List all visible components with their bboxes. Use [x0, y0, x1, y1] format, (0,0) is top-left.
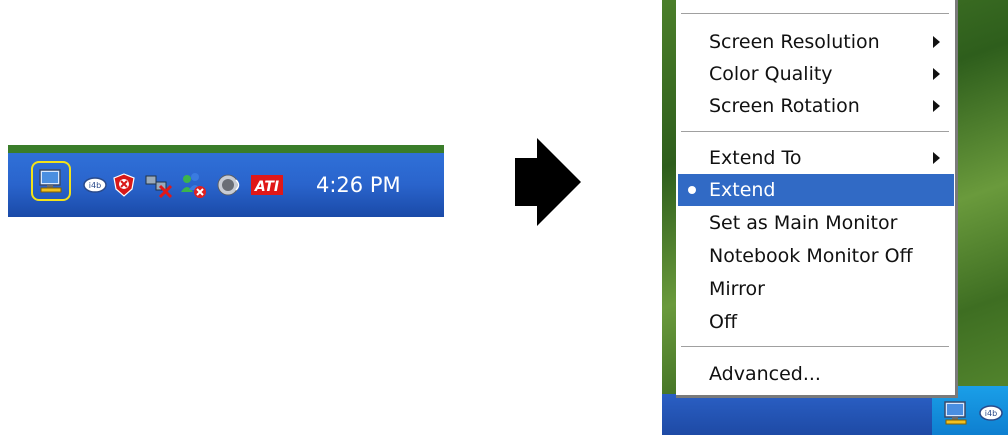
ati-label: ATI — [254, 179, 279, 195]
menu-item-label: Set as Main Monitor — [709, 212, 898, 234]
intel-label: i4b — [89, 181, 101, 190]
menu-item-color-quality[interactable]: Color Quality — [678, 58, 954, 90]
menu-separator — [681, 346, 949, 348]
security-shield-icon[interactable] — [111, 172, 137, 198]
intel-graphics-icon[interactable]: i4b — [82, 172, 108, 198]
menu-item-label: Screen Rotation — [709, 95, 860, 117]
menu-item-extend[interactable]: Extend — [678, 174, 954, 206]
right-arrow-icon — [515, 138, 581, 226]
menu-item-label: Extend — [709, 179, 776, 201]
messenger-icon[interactable] — [178, 172, 208, 198]
submenu-arrow-icon — [933, 68, 940, 80]
menu-item-off[interactable]: Off — [678, 306, 954, 338]
menu-item-label: Color Quality — [709, 63, 833, 85]
menu-item-screen-resolution[interactable]: Screen Resolution — [678, 26, 954, 58]
selected-bullet-icon — [688, 186, 696, 194]
ati-icon[interactable]: ATI — [250, 172, 284, 198]
menu-separator — [681, 13, 949, 15]
menu-item-screen-rotation[interactable]: Screen Rotation — [678, 90, 954, 122]
submenu-arrow-icon — [933, 152, 940, 164]
network-monitor-icon[interactable] — [37, 167, 65, 195]
desktop-strip — [8, 145, 444, 153]
menu-item-label: Screen Resolution — [709, 31, 880, 53]
intel-label: i4b — [985, 409, 997, 418]
submenu-arrow-icon — [933, 36, 940, 48]
menu-item-extend-to[interactable]: Extend To — [678, 142, 954, 174]
menu-item-label: Notebook Monitor Off — [709, 245, 913, 267]
menu-item-mirror[interactable]: Mirror — [678, 273, 954, 305]
menu-item-label: Mirror — [709, 278, 765, 300]
clock[interactable]: 4:26 PM — [316, 173, 401, 197]
submenu-arrow-icon — [933, 100, 940, 112]
menu-item-label: Extend To — [709, 147, 802, 169]
menu-item-label: Advanced... — [709, 363, 821, 385]
intel-graphics-icon-small[interactable]: i4b — [978, 400, 1004, 426]
menu-item-notebook-monitor-off[interactable]: Notebook Monitor Off — [678, 240, 954, 272]
context-menu: Screen Resolution Color Quality Screen R… — [676, 0, 958, 398]
volume-icon[interactable] — [216, 172, 242, 198]
menu-item-label: Off — [709, 311, 738, 333]
network-disconnected-icon[interactable] — [144, 172, 174, 198]
menu-item-set-as-main-monitor[interactable]: Set as Main Monitor — [678, 207, 954, 239]
menu-item-advanced[interactable]: Advanced... — [678, 358, 954, 390]
taskbar-tray: i4b ATI 4:26 PM — [8, 145, 444, 217]
network-monitor-icon-small[interactable] — [942, 399, 970, 427]
menu-separator — [681, 131, 949, 133]
